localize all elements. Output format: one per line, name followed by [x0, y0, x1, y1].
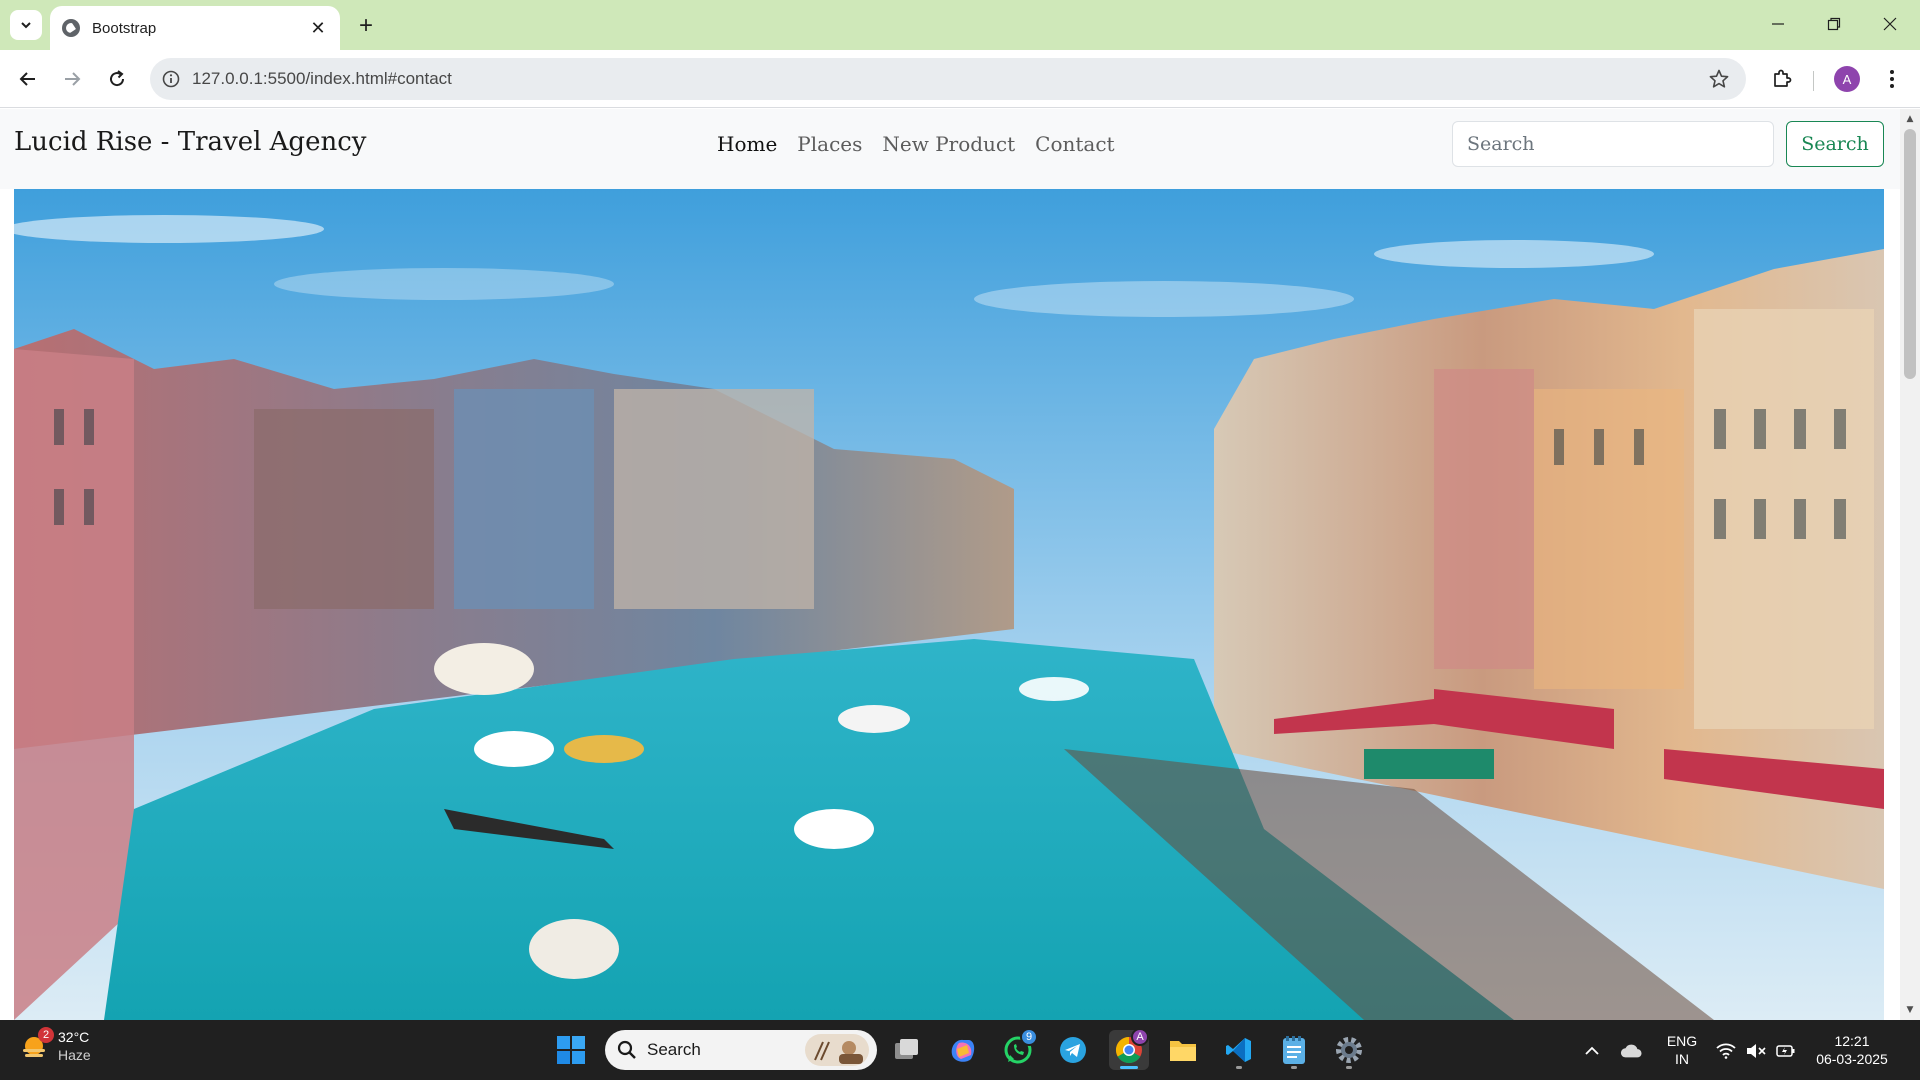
weather-temp: 32°C: [58, 1029, 90, 1045]
start-button[interactable]: [551, 1030, 591, 1070]
browser-tab[interactable]: Bootstrap ✕: [50, 6, 340, 50]
chevron-down-icon: [21, 22, 31, 29]
search-button[interactable]: Search: [1786, 121, 1884, 167]
forward-button[interactable]: [56, 63, 88, 95]
running-app-indicator: [1291, 1066, 1297, 1069]
task-view-button[interactable]: [887, 1030, 927, 1070]
language-indicator[interactable]: ENG IN: [1662, 1032, 1702, 1068]
site-navbar: Lucid Rise - Travel Agency Home Places N…: [0, 109, 1900, 189]
tab-search-button[interactable]: [10, 10, 42, 40]
language-code: ENG: [1666, 1033, 1698, 1049]
bookmark-star-icon[interactable]: [1708, 68, 1730, 94]
globe-icon: [62, 19, 80, 37]
windows-logo-icon: [557, 1036, 585, 1064]
tab-title: Bootstrap: [92, 19, 157, 37]
weather-widget[interactable]: 2 32°C Haze: [20, 1027, 91, 1064]
restore-icon: [1827, 17, 1841, 31]
chrome-app[interactable]: A: [1109, 1028, 1149, 1070]
scroll-up-arrow-icon[interactable]: ▲: [1900, 111, 1920, 127]
nav-new-product[interactable]: New Product: [882, 132, 1015, 156]
venice-canal-photo: [14, 189, 1884, 1020]
notepad-app[interactable]: [1274, 1030, 1314, 1070]
battery-icon[interactable]: [1775, 1040, 1797, 1062]
onedrive-cloud-icon[interactable]: [1620, 1040, 1642, 1062]
scroll-down-arrow-icon[interactable]: ▼: [1900, 1002, 1920, 1018]
menu-button[interactable]: [1876, 63, 1908, 95]
page-viewport: Lucid Rise - Travel Agency Home Places N…: [0, 109, 1920, 1020]
settings-app[interactable]: [1329, 1030, 1369, 1070]
file-explorer-app[interactable]: [1163, 1030, 1203, 1070]
page-scrollbar[interactable]: ▲ ▼: [1900, 109, 1920, 1020]
clock-time: 12:21: [1834, 1033, 1870, 1049]
hero-image: [14, 189, 1884, 1020]
close-icon: [1883, 17, 1897, 31]
weather-text: 32°C Haze: [58, 1028, 91, 1064]
vscode-icon: [1226, 1038, 1251, 1062]
nav-places[interactable]: Places: [797, 132, 862, 156]
back-button[interactable]: [12, 63, 44, 95]
url-text: 127.0.0.1:5500/index.html#contact: [192, 69, 452, 88]
nav-contact[interactable]: Contact: [1035, 132, 1114, 156]
scroll-thumb[interactable]: [1904, 129, 1916, 379]
puzzle-icon: [1774, 69, 1792, 87]
search-highlight-icon: [805, 1034, 869, 1066]
copilot-app[interactable]: [942, 1030, 982, 1070]
notepad-icon: [1283, 1036, 1305, 1064]
telegram-icon: [1060, 1037, 1086, 1063]
windows-taskbar: 2 32°C Haze Search 9 A ENG IN 12:21 06-0…: [0, 1020, 1920, 1080]
telegram-app[interactable]: [1053, 1030, 1093, 1070]
arrow-right-icon: [65, 72, 81, 86]
close-tab-icon[interactable]: ✕: [308, 18, 328, 39]
region-code: IN: [1675, 1051, 1689, 1067]
reload-icon: [110, 70, 125, 87]
profile-button[interactable]: A: [1831, 63, 1863, 95]
brand-logo-text[interactable]: Lucid Rise - Travel Agency: [14, 127, 366, 157]
chrome-profile-badge: A: [1131, 1028, 1149, 1046]
gear-icon: [1336, 1037, 1362, 1063]
restore-button[interactable]: [1814, 8, 1854, 40]
vscode-app[interactable]: [1219, 1030, 1259, 1070]
search-input[interactable]: [1452, 121, 1774, 167]
arrow-left-icon: [19, 72, 35, 86]
kebab-menu-icon: [1890, 70, 1894, 88]
wifi-icon[interactable]: [1715, 1040, 1737, 1062]
reload-button[interactable]: [101, 63, 133, 95]
nav-home[interactable]: Home: [717, 132, 777, 156]
volume-muted-icon[interactable]: [1745, 1040, 1767, 1062]
weather-desc: Haze: [58, 1047, 91, 1063]
site-info-icon[interactable]: [150, 58, 192, 100]
minimize-icon: [1772, 23, 1784, 25]
search-icon: [617, 1040, 636, 1059]
address-bar[interactable]: 127.0.0.1:5500/index.html#contact: [150, 58, 1746, 100]
running-app-indicator: [1346, 1066, 1352, 1069]
whatsapp-app[interactable]: 9: [998, 1028, 1038, 1070]
copilot-icon: [951, 1039, 975, 1062]
folder-icon: [1170, 1041, 1196, 1061]
taskbar-search-label: Search: [647, 1040, 701, 1059]
show-hidden-icons-chevron-up-icon[interactable]: [1581, 1040, 1603, 1062]
avatar: A: [1834, 66, 1860, 92]
browser-toolbar: 127.0.0.1:5500/index.html#contact A: [0, 50, 1920, 108]
sun-haze-icon: 2: [20, 1027, 54, 1061]
close-window-button[interactable]: [1870, 8, 1910, 40]
whatsapp-badge: 9: [1020, 1028, 1038, 1046]
clock-date: 06-03-2025: [1816, 1051, 1888, 1067]
taskbar-search[interactable]: Search: [605, 1030, 877, 1070]
toolbar-divider: [1813, 71, 1814, 91]
task-view-icon: [895, 1039, 918, 1059]
clock[interactable]: 12:21 06-03-2025: [1810, 1032, 1894, 1068]
browser-tab-strip: Bootstrap ✕ +: [0, 0, 1920, 50]
minimize-button[interactable]: [1758, 8, 1798, 40]
nav-menu: Home Places New Product Contact: [717, 132, 1115, 156]
extensions-button[interactable]: [1766, 63, 1798, 95]
running-app-indicator: [1236, 1066, 1242, 1069]
active-app-indicator: [1120, 1066, 1138, 1069]
new-tab-button[interactable]: +: [352, 12, 380, 40]
weather-alert-badge: 2: [38, 1027, 54, 1043]
